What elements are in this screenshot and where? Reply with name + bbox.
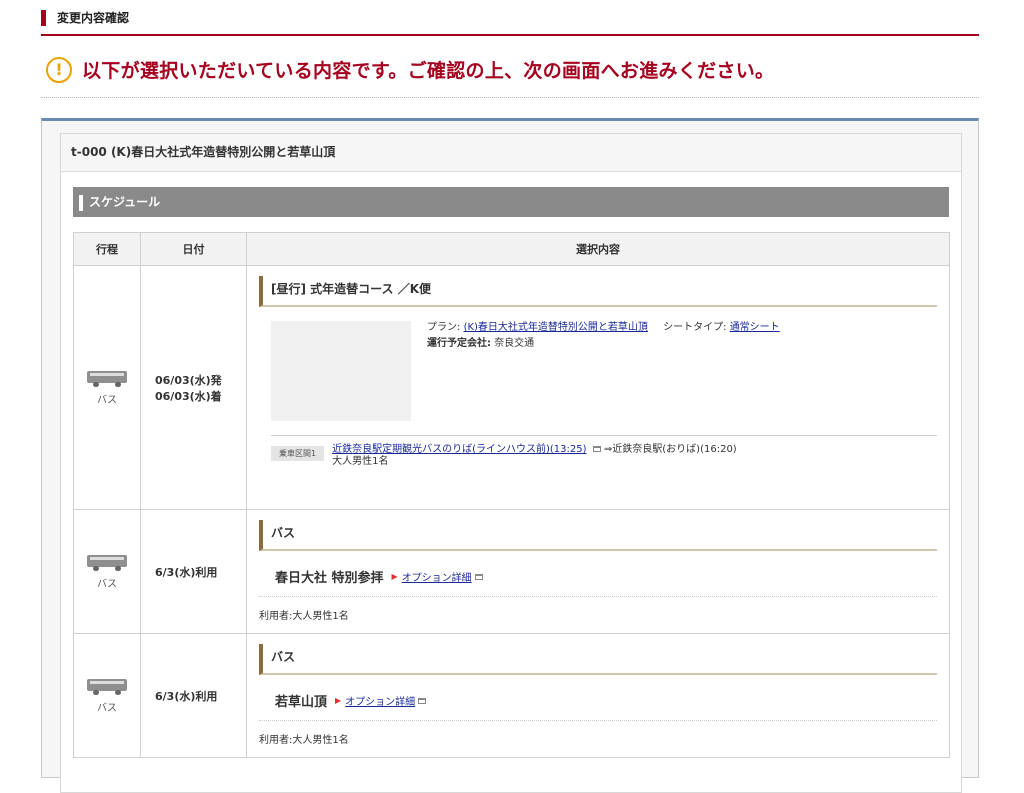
date-cell: 06/03(水)発 06/03(水)着: [140, 265, 247, 510]
selection-cell: バス 若草山頂 ▶ オプション詳細 利用者:大人男性1名: [246, 633, 950, 758]
schedule-label: スケジュール: [89, 195, 161, 209]
section-mark: [79, 194, 83, 211]
option-detail-link[interactable]: オプション詳細: [402, 569, 472, 584]
tour-card: t-000 (K)春日大社式年造替特別公開と若草山頂 スケジュール 行程 日付 …: [60, 133, 962, 793]
seat-label: シートタイプ:: [663, 322, 727, 333]
bus-icon: [87, 677, 127, 695]
bus-icon: [87, 369, 127, 387]
tour-title: t-000 (K)春日大社式年造替特別公開と若草山頂: [61, 134, 961, 172]
column-header-kind: 行程: [73, 232, 141, 266]
plan-image: [271, 321, 411, 421]
arrival-date: 06/03(水)着: [155, 389, 222, 403]
arrow-icon: ▶: [335, 696, 342, 705]
header-divider: [41, 34, 979, 36]
plan-block: プラン: (K)春日大社式年造替特別公開と若草山頂 シートタイプ: 通常シート …: [259, 321, 937, 421]
alighting-stop: ⇒近鉄奈良駅(おりば)(16:20): [603, 444, 737, 455]
usage-date: 6/3(水)利用: [155, 565, 218, 579]
date-cell: 6/3(水)利用: [140, 633, 247, 758]
date-cell: 6/3(水)利用: [140, 509, 247, 634]
ride-segment-badge: 乗車区間1: [271, 446, 325, 461]
notice-text: 以下が選択いただいている内容です。ご確認の上、次の画面へお進みください。: [82, 60, 775, 82]
exclamation-circle-icon: !: [46, 56, 72, 83]
kind-label: バス: [97, 703, 117, 714]
kind-cell: バス: [73, 633, 141, 758]
bus-icon: [87, 553, 127, 571]
boarding-stop-link[interactable]: 近鉄奈良駅定期観光バスのりば(ラインハウス前)(13:25): [332, 444, 586, 455]
kind-label: バス: [97, 579, 117, 590]
page-header-label: 変更内容確認: [41, 10, 979, 26]
new-window-icon: [474, 573, 483, 580]
option-detail-link[interactable]: オプション詳細: [345, 693, 415, 708]
option-section-title: バス: [259, 520, 937, 551]
notice-divider: [41, 97, 979, 98]
table-row: バス 6/3(水)利用 バス 若草山頂 ▶ オプション詳細 利用者:大人男性1名: [73, 633, 950, 758]
option-name: 春日大社 特別参拝: [275, 571, 384, 586]
option-section-title: バス: [259, 644, 937, 675]
seat-type-link[interactable]: 通常シート: [730, 322, 780, 333]
selection-cell: [昼行] 式年造替コース ／K便 プラン: (K)春日大社式年造替特別公開と若草…: [246, 265, 950, 510]
schedule-section-bar: スケジュール: [73, 187, 949, 217]
selection-cell: バス 春日大社 特別参拝 ▶ オプション詳細 利用者:大人男性1名: [246, 509, 950, 634]
arrow-icon: ▶: [391, 572, 398, 581]
content-panel: t-000 (K)春日大社式年造替特別公開と若草山頂 スケジュール 行程 日付 …: [41, 118, 979, 793]
schedule-table: 行程 日付 選択内容 バス 06/03(水)発 06/03(水)着 [昼行] 式…: [73, 232, 950, 758]
page-header: 変更内容確認: [41, 10, 979, 36]
kind-label: バス: [97, 395, 117, 406]
plan-info: プラン: (K)春日大社式年造替特別公開と若草山頂 シートタイプ: 通常シート …: [427, 321, 827, 421]
plan-label: プラン:: [427, 322, 461, 333]
table-header-row: 行程 日付 選択内容: [73, 232, 950, 266]
plan-link[interactable]: (K)春日大社式年造替特別公開と若草山頂: [464, 322, 648, 333]
operator-name: 奈良交通: [494, 338, 535, 349]
new-window-icon: [418, 697, 427, 704]
user-info: 利用者:大人男性1名: [259, 611, 349, 622]
option-line: 春日大社 特別参拝 ▶ オプション詳細: [259, 563, 937, 597]
option-line: 若草山頂 ▶ オプション詳細: [259, 687, 937, 721]
option-name: 若草山頂: [275, 695, 328, 710]
confirmation-notice: ! 以下が選択いただいている内容です。ご確認の上、次の画面へお進みください。: [46, 56, 774, 83]
kind-cell: バス: [73, 265, 141, 510]
column-header-selection: 選択内容: [246, 232, 950, 266]
ride-segment: 乗車区間1 近鉄奈良駅定期観光バスのりば(ラインハウス前)(13:25) ⇒近鉄…: [271, 435, 937, 468]
new-window-icon: [592, 446, 601, 452]
column-header-date: 日付: [140, 232, 247, 266]
operator-label: 運行予定会社:: [427, 338, 491, 349]
passenger-count: 大人男性1名: [332, 456, 389, 467]
user-info: 利用者:大人男性1名: [259, 735, 349, 746]
table-row: バス 6/3(水)利用 バス 春日大社 特別参拝 ▶ オプション詳細 利用者:大…: [73, 509, 950, 634]
course-title: [昼行] 式年造替コース ／K便: [259, 276, 937, 307]
usage-date: 6/3(水)利用: [155, 689, 218, 703]
kind-cell: バス: [73, 509, 141, 634]
table-row: バス 06/03(水)発 06/03(水)着 [昼行] 式年造替コース ／K便 …: [73, 265, 950, 510]
departure-date: 06/03(水)発: [155, 373, 222, 387]
